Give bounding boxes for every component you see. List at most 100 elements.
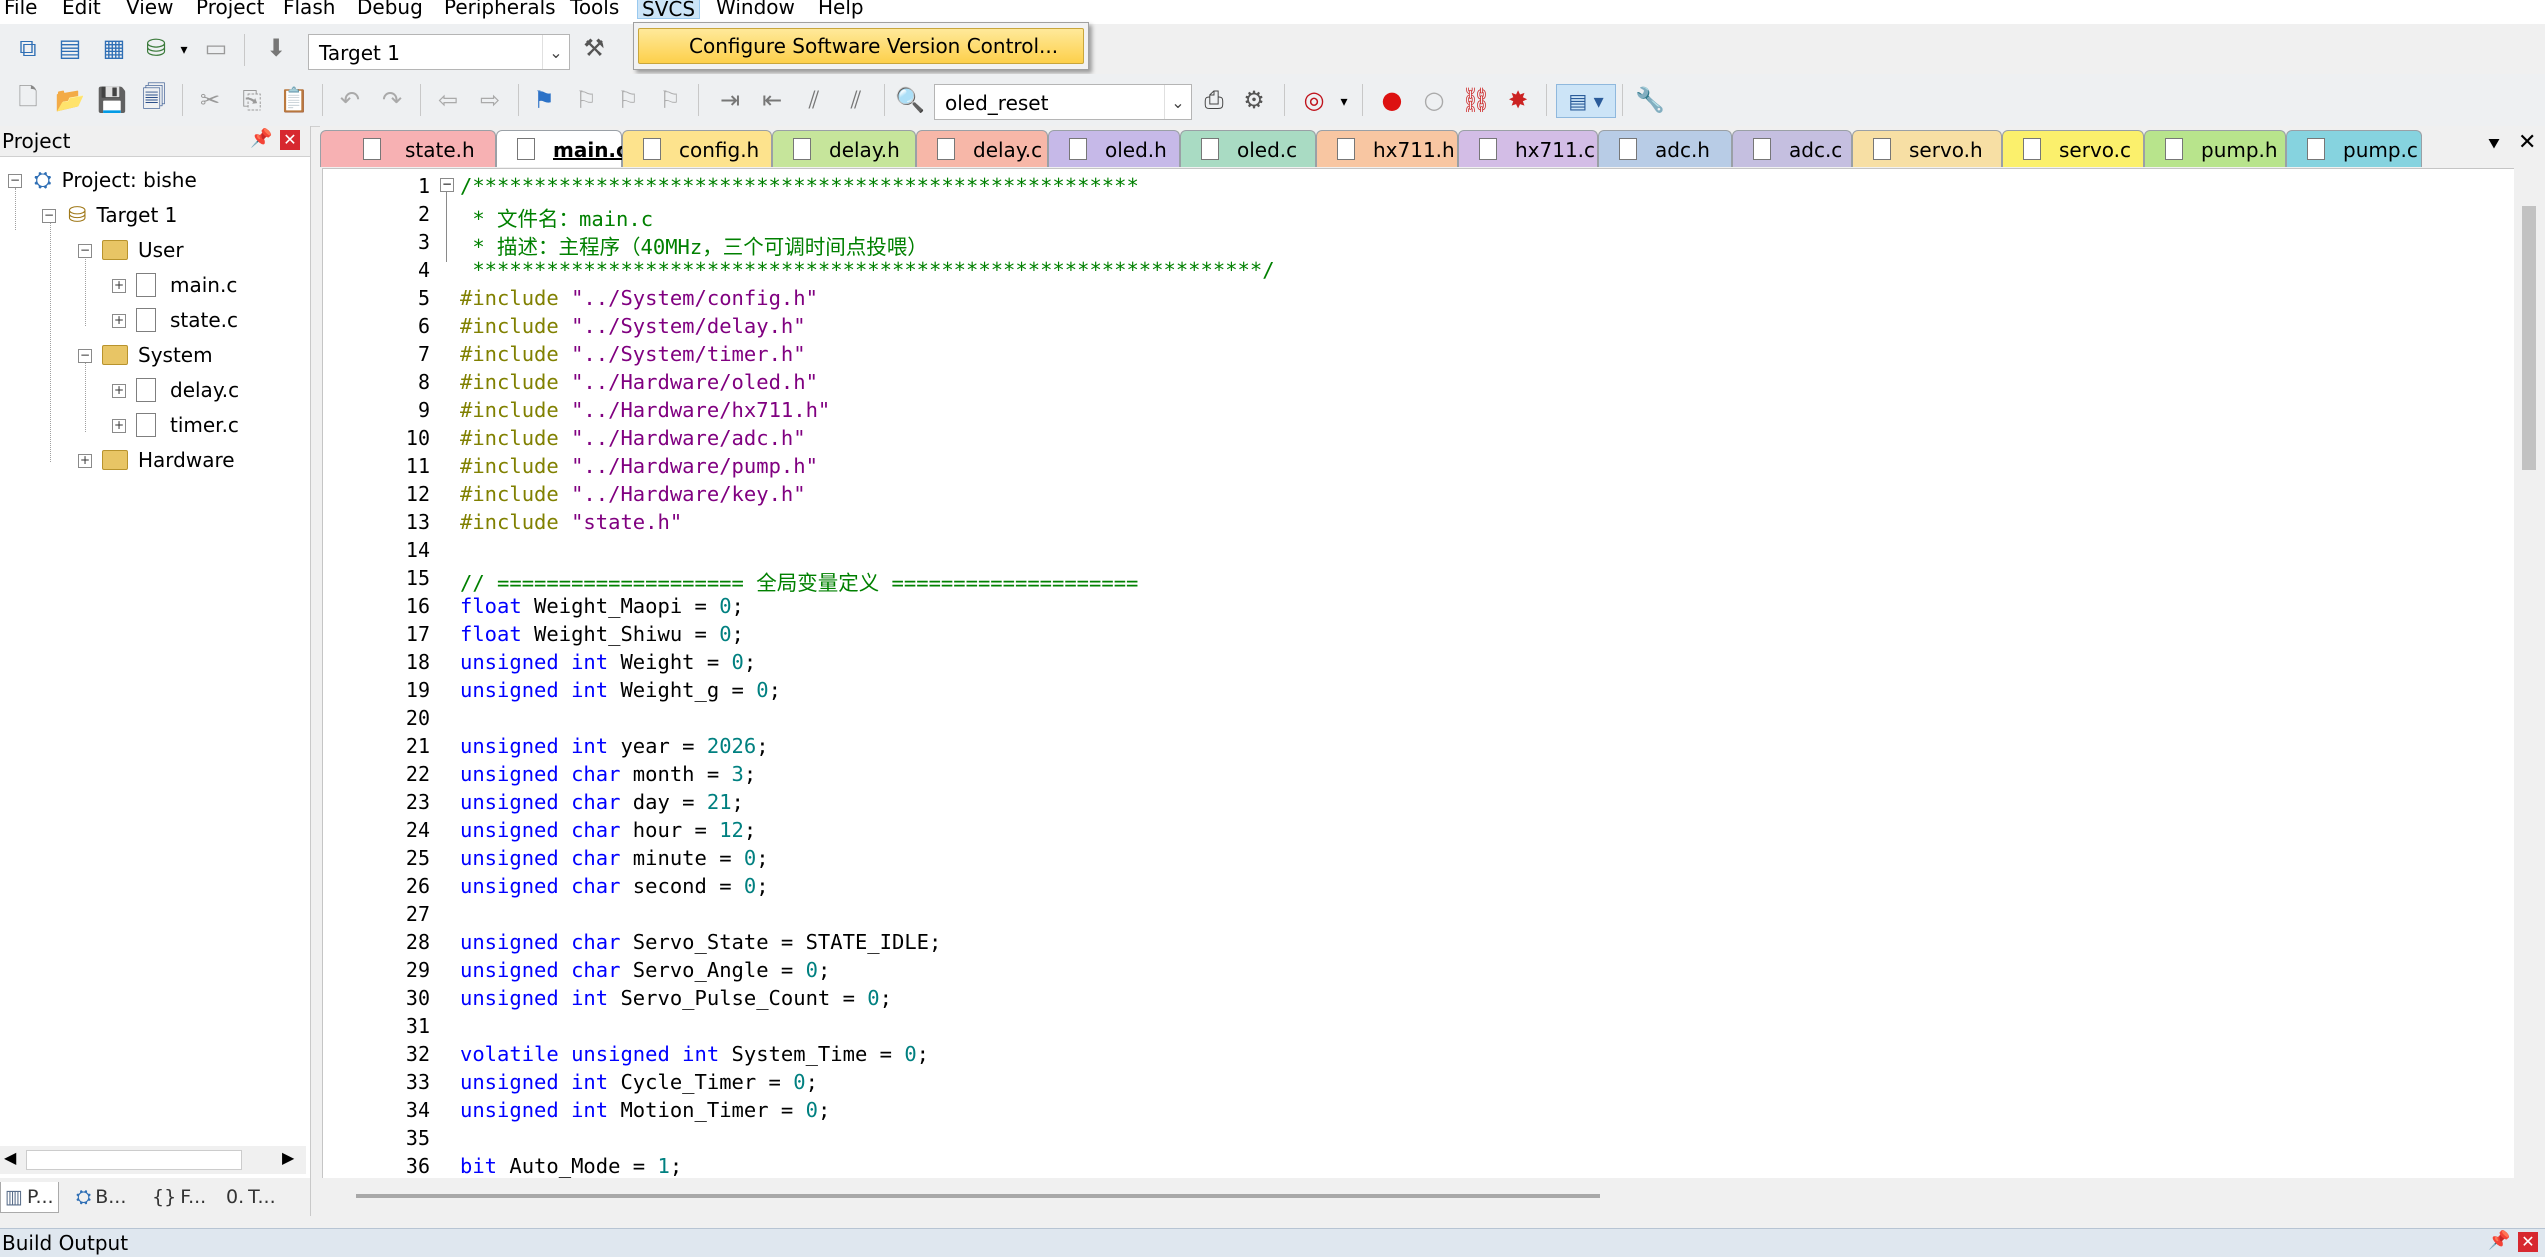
expand-icon[interactable]: + — [112, 419, 126, 433]
menu-edit[interactable]: Edit — [58, 0, 105, 20]
tab-file[interactable]: oled.h — [1048, 130, 1180, 167]
uncomment-icon[interactable]: ⫽ — [842, 86, 870, 114]
menu-window[interactable]: Window — [712, 0, 799, 20]
navigate-back-icon[interactable]: ⇦ — [434, 86, 462, 114]
target-select[interactable]: Target 1 ⌄ — [308, 34, 570, 70]
close-icon[interactable]: ✕ — [2518, 1232, 2538, 1252]
tab-file[interactable]: delay.h — [772, 130, 916, 167]
disable-breakpoint-icon[interactable]: ○ — [1420, 86, 1448, 114]
editor-horizontal-scrollbar[interactable] — [322, 1178, 2545, 1218]
cut-icon[interactable]: ✂ — [196, 86, 224, 114]
save-icon[interactable]: 💾 — [97, 86, 127, 114]
collapse-icon[interactable]: − — [42, 209, 56, 223]
expand-icon[interactable]: + — [78, 454, 92, 468]
tab-file[interactable]: hx711.h — [1316, 130, 1458, 167]
project-horizontal-scrollbar[interactable]: ◀ ▶ — [0, 1146, 306, 1174]
menu-view[interactable]: View — [122, 0, 177, 20]
expand-icon[interactable]: + — [112, 314, 126, 328]
chevron-down-icon[interactable]: ▾ — [170, 36, 198, 64]
stop-build-icon[interactable]: ▭ — [202, 34, 230, 62]
scrollbar-thumb[interactable] — [2522, 206, 2536, 470]
tab-file[interactable]: hx711.c — [1458, 130, 1598, 167]
batch-build-icon[interactable]: ⛁ — [142, 34, 170, 62]
fold-icon[interactable]: − — [440, 178, 454, 192]
start-debug-icon[interactable]: ◎ — [1300, 86, 1328, 114]
tab-file[interactable]: adc.h — [1598, 130, 1732, 167]
comment-icon[interactable]: ⫽ — [800, 86, 828, 114]
download-icon[interactable]: ⬇ — [262, 34, 290, 62]
scroll-left-icon[interactable]: ◀ — [4, 1148, 16, 1167]
tab-file[interactable]: adc.c — [1732, 130, 1852, 167]
menu-debug[interactable]: Debug — [353, 0, 427, 20]
save-all-icon[interactable]: 🗐 — [140, 83, 168, 114]
rebuild-icon[interactable]: ▦ — [100, 34, 128, 62]
collapse-icon[interactable]: − — [8, 174, 22, 188]
tab-file[interactable]: pump.h — [2144, 130, 2286, 167]
menu-peripherals[interactable]: Peripherals — [440, 0, 560, 20]
tab-file[interactable]: oled.c — [1180, 130, 1316, 167]
expand-icon[interactable]: + — [112, 384, 126, 398]
menu-svcs[interactable]: SVCS — [637, 0, 701, 21]
redo-icon[interactable]: ↷ — [378, 86, 406, 114]
navigate-forward-icon[interactable]: ⇨ — [476, 86, 504, 114]
tab-project[interactable]: ▥ P... — [0, 1182, 59, 1213]
file-node-delay-c[interactable]: + delay.c — [112, 374, 239, 406]
prev-bookmark-icon[interactable]: ⚐ — [572, 86, 600, 114]
window-layout-icon[interactable]: ▤ ▾ — [1556, 84, 1616, 118]
project-root-node[interactable]: − ⛭ Project: bishe — [8, 164, 197, 196]
paste-icon[interactable]: 📋 — [279, 86, 309, 114]
tab-file[interactable]: delay.c — [916, 130, 1048, 167]
open-folder-icon[interactable]: 📂 — [55, 86, 85, 114]
tab-functions[interactable]: {} F... — [148, 1182, 210, 1212]
close-icon[interactable]: ✕ — [280, 130, 300, 150]
group-node-system[interactable]: − System — [78, 339, 213, 371]
new-file-icon[interactable]: 🗋 — [14, 83, 42, 114]
translate-icon[interactable]: ⧉ — [14, 34, 42, 62]
function-select[interactable]: oled_reset ⌄ — [934, 84, 1192, 120]
scroll-right-icon[interactable]: ▶ — [282, 1148, 294, 1167]
tab-templates[interactable]: 0. T... — [222, 1182, 280, 1212]
file-node-main-c[interactable]: + main.c — [112, 269, 237, 301]
configure-icon[interactable]: 🔧 — [1635, 86, 1665, 114]
next-bookmark-icon[interactable]: ⚐ — [614, 86, 642, 114]
group-node-hardware[interactable]: + Hardware — [78, 444, 235, 476]
breakpoint-icon[interactable]: ● — [1378, 86, 1406, 114]
menu-project[interactable]: Project — [192, 0, 268, 20]
incremental-find-icon[interactable]: ⚙ — [1240, 86, 1268, 114]
pin-icon[interactable]: 📌 — [250, 128, 272, 149]
copy-icon[interactable]: ⎘ — [238, 86, 266, 114]
bookmark-icon[interactable]: ⚑ — [530, 86, 558, 114]
find-in-files-icon[interactable]: 🔍 — [895, 86, 925, 114]
tab-file[interactable]: state.h — [320, 130, 496, 167]
file-node-timer-c[interactable]: + timer.c — [112, 409, 239, 441]
expand-icon[interactable]: + — [112, 279, 126, 293]
undo-icon[interactable]: ↶ — [336, 86, 364, 114]
kill-breakpoints-icon[interactable]: ✸ — [1504, 86, 1532, 114]
tab-books[interactable]: ⛭ B... — [72, 1182, 130, 1212]
menu-help[interactable]: Help — [814, 0, 868, 20]
menu-file[interactable]: File — [0, 0, 41, 20]
indent-icon[interactable]: ⇥ — [716, 86, 744, 114]
clear-bookmarks-icon[interactable]: ⚐ — [656, 86, 684, 114]
find-icon[interactable]: ⎙ — [1200, 86, 1228, 114]
close-icon[interactable]: ✕ — [2518, 130, 2536, 155]
unindent-icon[interactable]: ⇤ — [758, 86, 786, 114]
disable-all-breakpoints-icon[interactable]: ⛓ — [1461, 86, 1491, 114]
pin-icon[interactable]: 📌 — [2488, 1230, 2510, 1251]
menu-flash[interactable]: Flash — [279, 0, 339, 20]
group-node-user[interactable]: − User — [78, 234, 184, 266]
tab-file[interactable]: servo.h — [1852, 130, 2002, 167]
target-node[interactable]: − ⛁ Target 1 — [42, 199, 177, 231]
tab-file[interactable]: config.h — [622, 130, 772, 167]
file-node-state-c[interactable]: + state.c — [112, 304, 238, 336]
chevron-down-icon[interactable]: ⌄ — [542, 35, 569, 69]
tab-file[interactable]: servo.c — [2002, 130, 2144, 167]
menu-tools[interactable]: Tools — [566, 0, 623, 20]
tab-file[interactable]: pump.c — [2286, 130, 2422, 167]
scrollbar-thumb[interactable] — [26, 1150, 242, 1170]
configure-svc-menu-item[interactable]: Configure Software Version Control... — [638, 28, 1084, 64]
collapse-icon[interactable]: − — [78, 349, 92, 363]
chevron-down-icon[interactable]: ⌄ — [1164, 85, 1191, 119]
tab-file[interactable]: main.c — [496, 130, 628, 167]
tab-list-icon[interactable]: ⯆ — [2486, 132, 2502, 156]
